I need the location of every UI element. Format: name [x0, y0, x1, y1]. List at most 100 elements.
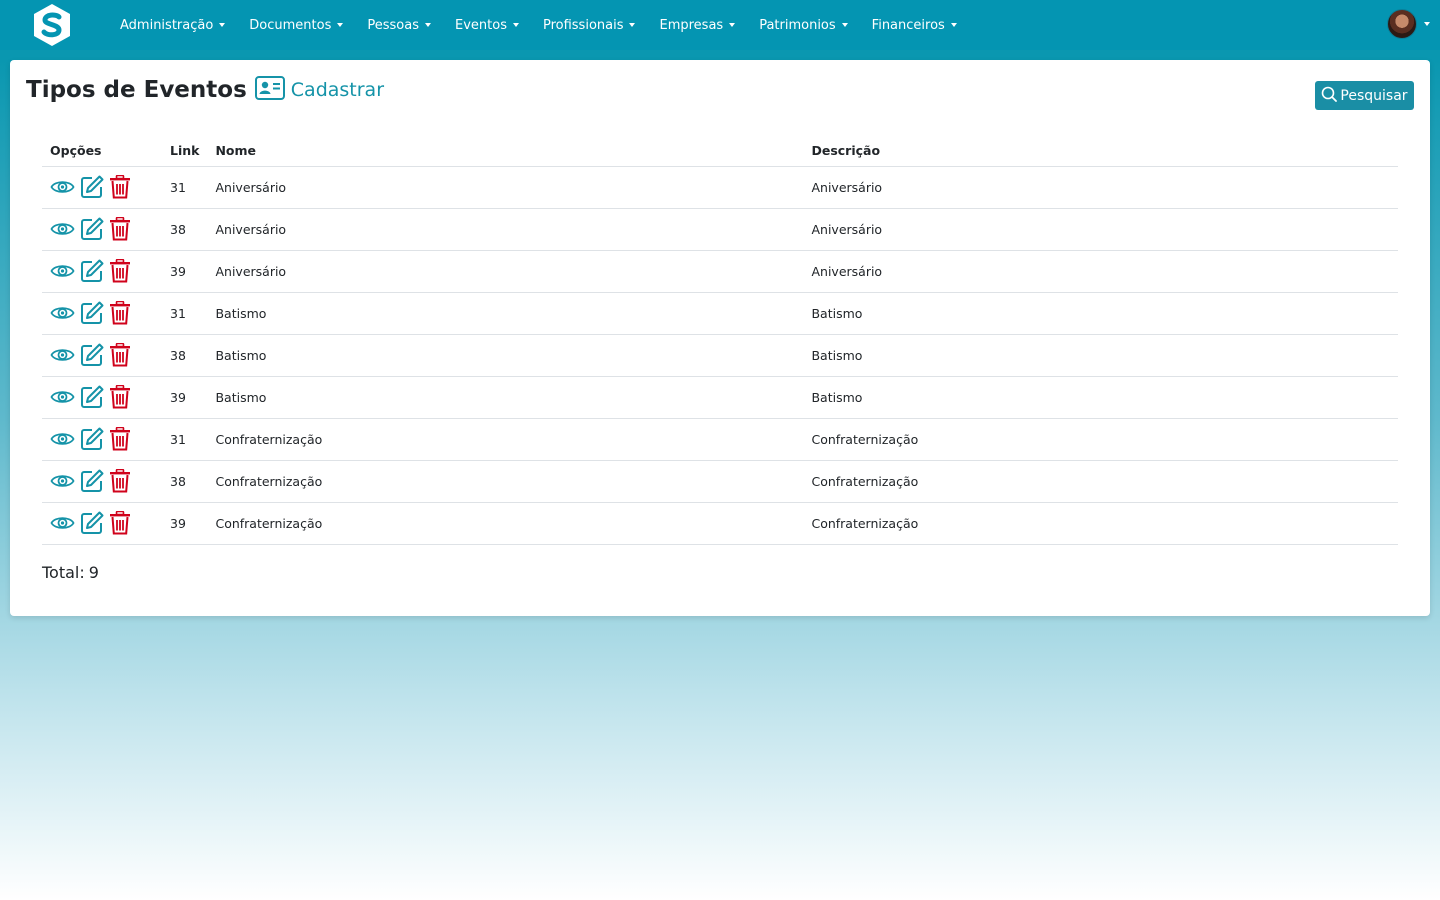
header-link: Link	[162, 136, 208, 167]
caret-down-icon	[729, 23, 736, 27]
eye-icon[interactable]	[50, 261, 75, 281]
row-options	[42, 502, 162, 545]
row-nome: Aniversário	[207, 250, 804, 293]
nav-item-documentos[interactable]: Documentos	[249, 18, 344, 33]
nav-label: Eventos	[455, 17, 507, 33]
caret-down-icon	[841, 23, 848, 27]
eye-icon[interactable]	[50, 303, 75, 323]
row-nome: Confraternização	[207, 418, 804, 461]
main-menu: Administração Documentos Pessoas Eventos…	[120, 0, 981, 50]
trash-icon[interactable]	[109, 301, 131, 325]
header-nome: Nome	[207, 136, 804, 167]
edit-icon[interactable]	[80, 343, 104, 367]
edit-icon[interactable]	[80, 259, 104, 283]
header-options: Opções	[42, 136, 162, 167]
row-options	[42, 292, 162, 335]
nav-item-empresas[interactable]: Empresas	[659, 17, 736, 33]
avatar[interactable]	[1387, 9, 1417, 39]
nav-label: Administração	[120, 17, 214, 33]
table-row: 38 Aniversário Aniversário	[42, 208, 1398, 251]
nav-item-profissionais[interactable]: Profissionais	[543, 18, 636, 33]
nav-item-financeiros[interactable]: Financeiros	[872, 18, 957, 33]
eye-icon[interactable]	[50, 387, 75, 407]
search-button[interactable]: Pesquisar	[1315, 81, 1414, 110]
eye-icon[interactable]	[50, 345, 75, 365]
edit-icon[interactable]	[80, 469, 104, 493]
nav-label: Pessoas	[367, 17, 419, 33]
trash-icon[interactable]	[109, 259, 131, 283]
header-descricao: Descrição	[803, 136, 1398, 167]
nav-label: Empresas	[659, 17, 724, 33]
eye-icon[interactable]	[50, 471, 75, 491]
register-link[interactable]: Cadastrar	[254, 76, 385, 104]
eye-icon[interactable]	[50, 429, 75, 449]
row-link: 38	[162, 460, 208, 503]
user-menu[interactable]	[1387, 9, 1430, 39]
caret-down-icon	[219, 23, 226, 27]
trash-icon[interactable]	[109, 385, 131, 409]
total-value: 9	[88, 563, 99, 582]
row-nome: Batismo	[207, 376, 804, 419]
row-options	[42, 166, 162, 209]
caret-down-icon	[950, 23, 957, 27]
caret-down-icon	[1424, 22, 1430, 26]
table-row: 39 Batismo Batismo	[42, 376, 1398, 419]
row-link: 38	[162, 334, 208, 377]
search-icon	[1321, 86, 1338, 106]
table-row: 39 Confraternização Confraternização	[42, 502, 1398, 545]
row-options	[42, 460, 162, 503]
row-descricao: Batismo	[803, 334, 1398, 377]
total-label: Total:	[42, 563, 85, 582]
row-link: 39	[162, 250, 208, 293]
edit-icon[interactable]	[80, 175, 104, 199]
row-descricao: Confraternização	[803, 502, 1398, 545]
trash-icon[interactable]	[109, 511, 131, 535]
page-header: Tipos de Eventos Cadastrar	[26, 76, 384, 104]
register-label: Cadastrar	[290, 79, 385, 101]
edit-icon[interactable]	[80, 511, 104, 535]
table-row: 38 Confraternização Confraternização	[42, 460, 1398, 503]
trash-icon[interactable]	[109, 427, 131, 451]
edit-icon[interactable]	[80, 217, 104, 241]
edit-icon[interactable]	[80, 301, 104, 325]
trash-icon[interactable]	[109, 469, 131, 493]
nav-item-patrimonios[interactable]: Patrimonios	[759, 17, 848, 33]
trash-icon[interactable]	[109, 175, 131, 199]
eye-icon[interactable]	[50, 513, 75, 533]
row-link: 31	[162, 292, 208, 335]
row-options	[42, 334, 162, 377]
table-row: 31 Aniversário Aniversário	[42, 166, 1398, 209]
row-link: 38	[162, 208, 208, 251]
nav-item-pessoas[interactable]: Pessoas	[367, 18, 431, 33]
nav-item-administracao[interactable]: Administração	[120, 17, 226, 33]
caret-down-icon	[512, 23, 519, 27]
eye-icon[interactable]	[50, 177, 75, 197]
row-nome: Aniversário	[207, 166, 804, 209]
row-nome: Batismo	[207, 334, 804, 377]
trash-icon[interactable]	[109, 343, 131, 367]
nav-label: Financeiros	[871, 17, 945, 33]
row-descricao: Aniversário	[803, 166, 1398, 209]
nav-item-eventos[interactable]: Eventos	[455, 18, 519, 33]
row-nome: Confraternização	[207, 460, 804, 503]
nav-label: Profissionais	[542, 17, 624, 33]
row-nome: Confraternização	[207, 502, 804, 545]
edit-icon[interactable]	[80, 385, 104, 409]
trash-icon[interactable]	[109, 217, 131, 241]
row-link: 39	[162, 502, 208, 545]
row-options	[42, 208, 162, 251]
nav-label: Patrimonios	[759, 17, 836, 33]
row-descricao: Batismo	[803, 376, 1398, 419]
id-card-icon	[254, 76, 285, 104]
row-descricao: Confraternização	[803, 460, 1398, 503]
app-logo-icon[interactable]	[30, 3, 74, 47]
row-nome: Aniversário	[207, 208, 804, 251]
row-descricao: Aniversário	[803, 250, 1398, 293]
row-link: 39	[162, 376, 208, 419]
page-title: Tipos de Eventos	[26, 77, 247, 103]
edit-icon[interactable]	[80, 427, 104, 451]
eye-icon[interactable]	[50, 219, 75, 239]
top-navbar: Administração Documentos Pessoas Eventos…	[0, 0, 1440, 50]
row-descricao: Batismo	[803, 292, 1398, 335]
row-nome: Batismo	[207, 292, 804, 335]
